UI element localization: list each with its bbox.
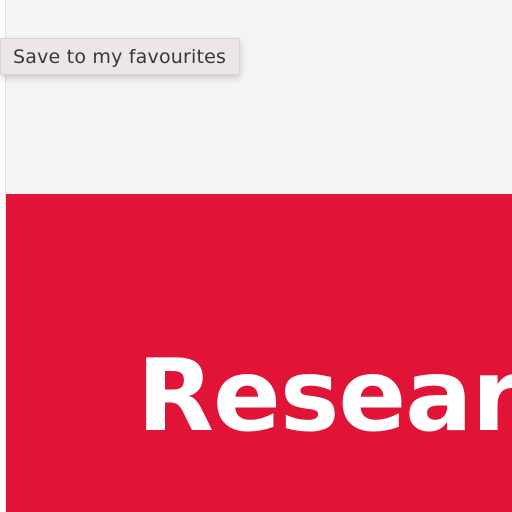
page: Save to my favourites Researc — [0, 0, 512, 512]
hero-title: Researc — [137, 337, 512, 454]
hero-banner: Researc — [6, 194, 512, 512]
save-to-favourites-tooltip: Save to my favourites — [0, 38, 241, 75]
